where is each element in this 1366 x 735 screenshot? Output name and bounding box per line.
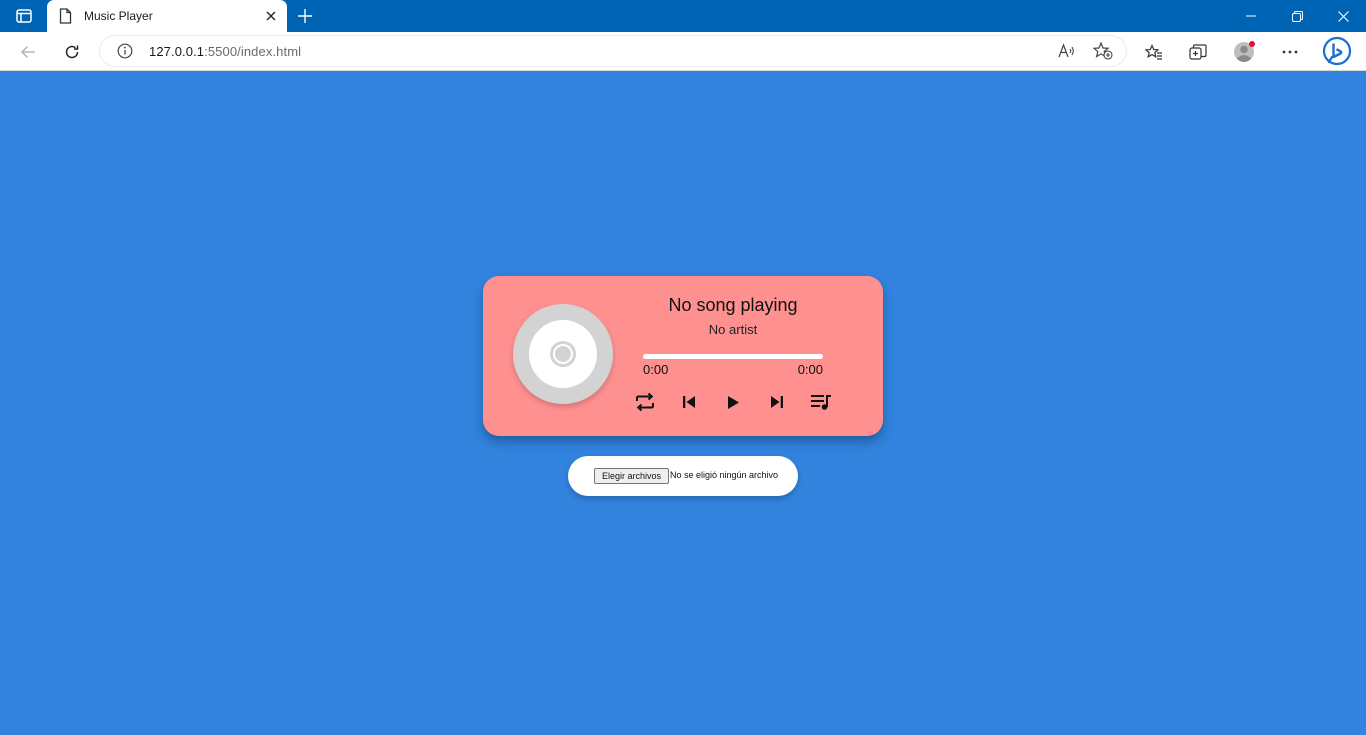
music-player-card: No song playing No artist 0:00 0:00: [483, 276, 883, 436]
address-bar[interactable]: 127.0.0.1:5500/index.html: [100, 36, 1126, 66]
read-aloud-button[interactable]: [1056, 41, 1078, 61]
restore-button[interactable]: [1274, 0, 1320, 32]
disc-center: [529, 320, 597, 388]
repeat-button[interactable]: [633, 390, 657, 414]
tab-close-button[interactable]: [263, 8, 279, 24]
more-menu-button[interactable]: [1276, 38, 1304, 66]
song-title: No song playing: [668, 295, 798, 315]
url-text[interactable]: 127.0.0.1:5500/index.html: [149, 44, 301, 59]
collections-button[interactable]: [1184, 38, 1212, 66]
refresh-button[interactable]: [58, 38, 86, 66]
disc-dot: [555, 346, 571, 362]
restore-icon: [1291, 10, 1303, 22]
read-aloud-icon: [1058, 43, 1074, 58]
next-icon: [771, 396, 783, 408]
profile-avatar-icon: [1234, 41, 1255, 62]
close-window-button[interactable]: [1320, 0, 1366, 32]
favorites-button[interactable]: [1140, 38, 1168, 66]
current-time: 0:00: [643, 362, 669, 377]
url-host: 127.0.0.1: [149, 44, 205, 59]
playlist-button[interactable]: [809, 390, 833, 414]
back-arrow-icon: [20, 45, 35, 59]
duration-time: 0:00: [797, 362, 823, 377]
favorites-icon: [1145, 44, 1162, 60]
tab-title: Music Player: [84, 9, 153, 23]
add-favorite-button[interactable]: [1092, 41, 1114, 61]
new-tab-button[interactable]: [294, 6, 316, 26]
page-icon: [59, 8, 72, 24]
next-button[interactable]: [765, 390, 789, 414]
refresh-icon: [65, 45, 79, 59]
bing-icon: [1322, 36, 1352, 66]
tab-actions-button[interactable]: [10, 5, 38, 27]
repeat-icon: [636, 392, 654, 412]
back-button[interactable]: [14, 38, 42, 66]
playlist-icon: [811, 395, 831, 410]
browser-tab-strip: Music Player: [0, 0, 1366, 32]
star-add-icon: [1093, 42, 1113, 60]
play-icon: [728, 395, 739, 409]
more-horizontal-icon: [1282, 50, 1298, 54]
file-picker-container: Elegir archivos No se eligió ningún arch…: [568, 456, 798, 496]
info-icon[interactable]: [117, 43, 133, 59]
collections-icon: [1189, 44, 1207, 60]
tab-actions-icon: [16, 9, 32, 23]
minimize-button[interactable]: [1228, 0, 1274, 32]
plus-icon: [298, 9, 312, 23]
browser-toolbar: 127.0.0.1:5500/index.html: [0, 32, 1366, 71]
previous-button[interactable]: [677, 390, 701, 414]
url-path: :5500/index.html: [204, 44, 302, 59]
bing-copilot-button[interactable]: [1321, 36, 1353, 68]
song-artist: No artist: [708, 322, 758, 337]
album-disc: [513, 304, 613, 404]
previous-icon: [683, 396, 695, 408]
minimize-icon: [1246, 15, 1256, 17]
file-status-text: No se eligió ningún archivo: [670, 470, 779, 480]
close-icon: [1337, 10, 1349, 22]
play-button[interactable]: [721, 390, 745, 414]
profile-button[interactable]: [1230, 38, 1258, 66]
choose-files-button[interactable]: Elegir archivos: [594, 468, 670, 484]
browser-tab[interactable]: Music Player: [47, 0, 287, 32]
close-icon: [266, 11, 276, 21]
progress-bar[interactable]: [643, 354, 823, 359]
